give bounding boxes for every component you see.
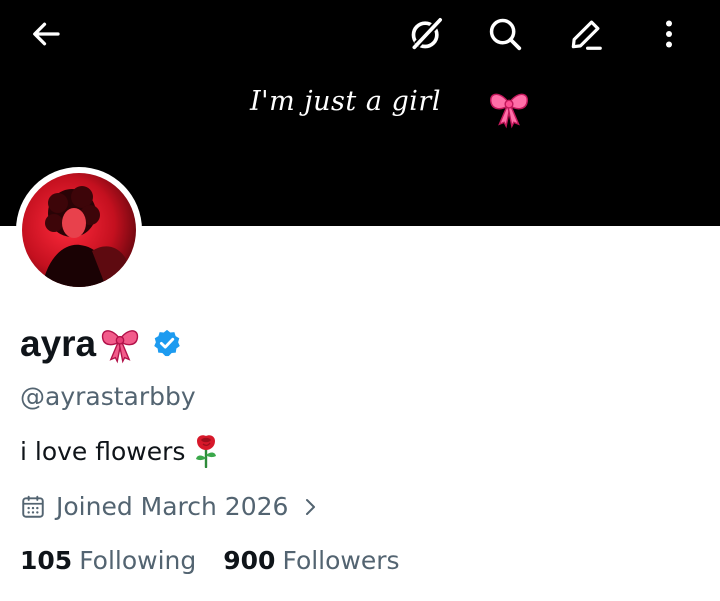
- slashed-circle-icon: [411, 18, 443, 50]
- banner-text: I'm just a girl: [250, 86, 441, 117]
- avatar[interactable]: [16, 167, 142, 293]
- more-options-button[interactable]: [647, 12, 691, 56]
- followers-count: 900: [223, 546, 276, 575]
- arrow-left-icon: [33, 22, 60, 46]
- grok-button[interactable]: [404, 12, 448, 56]
- following-count: 105: [20, 546, 73, 575]
- more-vertical-icon: [666, 20, 672, 48]
- joined-date-text: Joined March 2026: [56, 492, 289, 521]
- pencil-icon: [571, 20, 602, 50]
- chevron-right-icon: [306, 498, 316, 515]
- name-row: ayra: [20, 320, 182, 366]
- followers-link[interactable]: 900 Followers: [223, 546, 399, 575]
- joined-date[interactable]: Joined March 2026: [20, 492, 320, 521]
- calendar-icon: [22, 495, 44, 518]
- search-button[interactable]: [483, 12, 527, 56]
- search-icon: [489, 18, 522, 51]
- following-label: Following: [79, 546, 197, 575]
- bio-row: i love flowers: [20, 434, 219, 468]
- follow-stats: 105 Following 900 Followers: [20, 546, 400, 575]
- ribbon-bow-icon: [102, 330, 139, 364]
- avatar-image: [22, 173, 136, 287]
- profile-bio: i love flowers: [20, 436, 186, 466]
- display-name: ayra: [20, 322, 97, 364]
- profile-handle: @ayrastarbby: [20, 382, 196, 411]
- edit-button[interactable]: [564, 12, 608, 56]
- verified-badge-icon[interactable]: [152, 328, 182, 358]
- ribbon-bow-icon: [490, 93, 528, 129]
- followers-label: Followers: [282, 546, 400, 575]
- following-link[interactable]: 105 Following: [20, 546, 196, 575]
- back-button[interactable]: [24, 12, 68, 56]
- rose-icon: [196, 435, 217, 468]
